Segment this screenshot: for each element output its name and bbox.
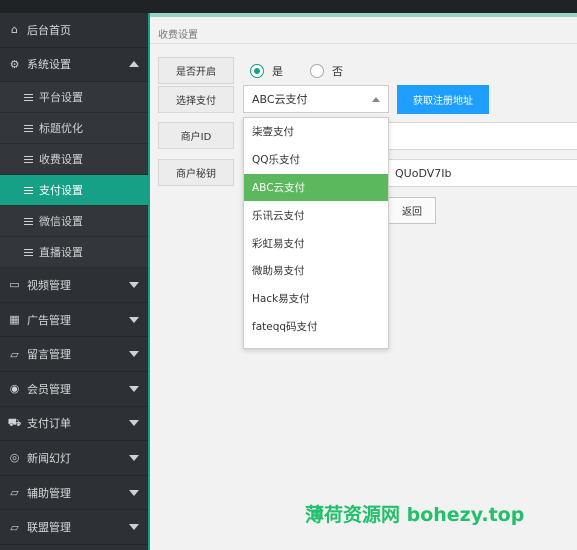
watermark: 薄荷资源网 bohezy.top (305, 504, 525, 526)
back-button[interactable]: 返回 (388, 197, 436, 224)
sidebar-item-label: 新闻幻灯 (27, 451, 71, 465)
globe-icon: ◎ (9, 451, 20, 465)
sidebar-item-home[interactable]: ⌂ 后台首页 (0, 13, 148, 48)
sidebar-item-members[interactable]: ◉ 会员管理 (0, 372, 148, 407)
sidebar-subitem-wechat[interactable]: 微信设置 (0, 206, 148, 238)
menu-icon (24, 217, 33, 225)
payment-dropdown: 柒壹支付 QQ乐支付 ABC云支付 乐讯云支付 彩虹易支付 微助易支付 Hack… (243, 117, 389, 349)
sidebar-item-ads[interactable]: ▦ 广告管理 (0, 303, 148, 338)
panel-title: 收费设置 (158, 30, 198, 41)
sidebar-item-label: 留言管理 (27, 348, 71, 362)
caret-down-icon (129, 524, 139, 531)
caret-down-icon (129, 316, 139, 323)
sidebar-subitem-title-seo[interactable]: 标题优化 (0, 113, 148, 145)
sidebar-subitem-label: 微信设置 (39, 215, 83, 229)
sidebar-item-messages[interactable]: ▱ 留言管理 (0, 337, 148, 372)
caret-up-icon (129, 61, 139, 68)
get-register-url-button[interactable]: 获取注册地址 (397, 85, 489, 114)
sidebar-subitem-label: 收费设置 (39, 153, 83, 167)
merchant-key-value: QUoDV7Ib (395, 166, 452, 180)
top-bar (0, 0, 577, 13)
caret-down-icon (129, 351, 139, 358)
folder-icon: ▱ (10, 347, 19, 361)
menu-icon (24, 248, 33, 256)
dropdown-option[interactable]: 彩虹易支付 (244, 229, 388, 257)
radio-yes[interactable]: 是 (250, 63, 283, 79)
grid-icon: ▦ (9, 313, 20, 327)
caret-down-icon (129, 385, 139, 392)
enable-label: 是否开启 (158, 57, 234, 84)
gear-icon: ⚙ (9, 57, 20, 71)
sidebar-item-label: 辅助管理 (27, 486, 71, 500)
sidebar-item-system-settings[interactable]: ⚙ 系统设置 (0, 48, 148, 83)
caret-down-icon (129, 454, 139, 461)
sidebar-item-label: 会员管理 (27, 382, 71, 396)
sidebar-subitem-label: 直播设置 (39, 246, 83, 260)
main-panel: 收费设置 是否开启 是 否 选择支付 ABC云支付 获取注册地址 商户ID 商户… (148, 13, 577, 550)
caret-down-icon (129, 281, 139, 288)
select-payment-label: 选择支付 (158, 86, 234, 113)
sidebar: ⌂ 后台首页 ⚙ 系统设置 平台设置 标题优化 收费设置 支付设置 微信设置 直… (0, 13, 148, 550)
dropdown-option[interactable]: 柒壹支付 (244, 118, 388, 146)
radio-unchecked-icon (310, 64, 324, 78)
cart-icon: ⛟ (7, 415, 22, 429)
payment-select-value: ABC云支付 (252, 93, 308, 106)
dropdown-option[interactable]: 乐讯云支付 (244, 201, 388, 229)
home-icon: ⌂ (11, 23, 18, 37)
sidebar-item-alliance[interactable]: ▱ 联盟管理 (0, 510, 148, 545)
sidebar-subitem-fees[interactable]: 收费设置 (0, 144, 148, 176)
merchant-key-label: 商户秘钥 (158, 159, 234, 186)
dropdown-option[interactable]: Hack易支付 (244, 285, 388, 313)
menu-icon (24, 186, 33, 194)
monitor-icon: ▭ (9, 278, 20, 292)
folder-icon: ▱ (10, 520, 19, 534)
sidebar-subitem-payment[interactable]: 支付设置 (0, 175, 148, 207)
sidebar-subitem-label: 平台设置 (39, 91, 83, 105)
dropdown-option[interactable]: QQ乐支付 (244, 146, 388, 174)
chevron-up-icon (372, 97, 380, 102)
merchant-id-field[interactable] (388, 122, 577, 150)
sidebar-item-news[interactable]: ◎ 新闻幻灯 (0, 441, 148, 476)
radio-checked-icon (250, 64, 264, 78)
radio-no[interactable]: 否 (310, 63, 343, 79)
payment-select[interactable]: ABC云支付 (243, 85, 389, 113)
sidebar-item-orders[interactable]: ⛟ 支付订单 (0, 407, 148, 442)
sidebar-subitem-label: 标题优化 (39, 122, 83, 136)
sidebar-subitem-label: 支付设置 (39, 184, 83, 198)
menu-icon (24, 93, 33, 101)
caret-down-icon (129, 489, 139, 496)
sidebar-item-auxiliary[interactable]: ▱ 辅助管理 (0, 476, 148, 511)
menu-icon (24, 155, 33, 163)
user-circle-icon: ◉ (9, 382, 20, 396)
dropdown-option-selected[interactable]: ABC云支付 (244, 173, 388, 202)
sidebar-item-label: 广告管理 (27, 313, 71, 327)
radio-yes-label: 是 (272, 65, 283, 78)
dropdown-option[interactable]: fateqq码支付 (244, 313, 388, 341)
sidebar-subitem-live[interactable]: 直播设置 (0, 237, 148, 269)
folder-icon: ▱ (10, 486, 19, 500)
sidebar-subitem-platform[interactable]: 平台设置 (0, 82, 148, 114)
radio-no-label: 否 (332, 65, 343, 78)
menu-icon (24, 124, 33, 132)
merchant-id-label: 商户ID (158, 122, 234, 149)
dropdown-option[interactable]: 微助易支付 (244, 257, 388, 285)
divider (150, 43, 577, 44)
sidebar-item-label: 后台首页 (27, 23, 71, 37)
sidebar-item-video[interactable]: ▭ 视频管理 (0, 268, 148, 303)
sidebar-item-label: 支付订单 (27, 417, 71, 431)
sidebar-item-label: 系统设置 (27, 58, 71, 72)
caret-down-icon (129, 420, 139, 427)
merchant-key-field[interactable]: QUoDV7Ib (388, 159, 577, 187)
sidebar-item-label: 联盟管理 (27, 521, 71, 535)
sidebar-item-label: 视频管理 (27, 278, 71, 292)
